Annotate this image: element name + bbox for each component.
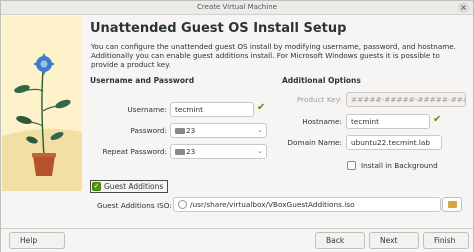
disc-icon xyxy=(178,200,187,209)
username-value: tecmint xyxy=(175,105,203,114)
domain-name-label: Domain Name: xyxy=(287,138,342,147)
install-in-background-checkbox[interactable] xyxy=(347,161,356,170)
credentials-section-title: Username and Password xyxy=(90,76,195,85)
hostname-label: Hostname: xyxy=(302,117,342,126)
hostname-field[interactable]: tecmint xyxy=(346,114,430,129)
additional-options-section-title: Additional Options xyxy=(282,76,361,85)
product-key-placeholder: #####-#####-#####-#####-##### xyxy=(351,95,466,104)
repeat-password-visible-suffix: 23 xyxy=(186,147,196,156)
page-title: Unattended Guest OS Install Setup xyxy=(90,21,347,36)
hostname-value: tecmint xyxy=(351,117,379,126)
repeat-password-reveal-chevron-down-icon[interactable]: ⌄ xyxy=(257,147,263,155)
next-button[interactable]: Next xyxy=(369,232,419,249)
guest-additions-checkbox[interactable]: ✓ xyxy=(92,182,101,191)
password-label: Password: xyxy=(130,126,167,135)
guest-additions-iso-selector[interactable]: /usr/share/virtualbox/VBoxGuestAdditions… xyxy=(173,197,441,212)
username-valid-check-icon: ✔ xyxy=(257,102,266,113)
guest-additions-iso-path: /usr/share/virtualbox/VBoxGuestAdditions… xyxy=(190,200,355,209)
repeat-password-label: Repeat Password: xyxy=(102,147,167,156)
help-button[interactable]: Help xyxy=(9,232,65,249)
title-bar: Create Virtual Machine × xyxy=(1,1,473,15)
product-key-label: Product Key: xyxy=(296,95,342,104)
domain-name-field[interactable]: ubuntu22.tecmint.lab xyxy=(346,135,442,150)
back-button[interactable]: Back xyxy=(315,232,365,249)
help-button-label: Help xyxy=(20,236,38,245)
close-button[interactable]: × xyxy=(458,2,469,13)
back-button-label: Back xyxy=(326,236,345,245)
folder-icon xyxy=(448,201,457,208)
repeat-password-mask xyxy=(175,149,185,155)
password-field[interactable]: 23 xyxy=(170,123,267,138)
username-field[interactable]: tecmint xyxy=(170,102,254,117)
password-visible-suffix: 23 xyxy=(186,126,196,135)
password-reveal-chevron-down-icon[interactable]: ⌄ xyxy=(257,126,263,134)
button-bar: Help Back Next Finish xyxy=(1,228,473,252)
iso-browse-button[interactable] xyxy=(442,197,462,212)
domain-name-value: ubuntu22.tecmint.lab xyxy=(351,138,431,147)
hostname-valid-check-icon: ✔ xyxy=(433,114,442,125)
plant-illustration xyxy=(2,16,82,191)
install-in-background-label: Install in Background xyxy=(361,161,438,170)
username-label: Username: xyxy=(127,105,167,114)
finish-button[interactable]: Finish xyxy=(423,232,469,249)
product-key-field[interactable]: #####-#####-#####-#####-##### xyxy=(346,92,466,107)
guest-additions-iso-label: Guest Additions ISO: xyxy=(97,201,172,210)
window-title: Create Virtual Machine xyxy=(197,3,277,11)
page-description: You can configure the unattended guest O… xyxy=(91,42,456,69)
password-mask xyxy=(175,128,185,134)
guest-additions-label: Guest Additions xyxy=(104,182,164,191)
finish-button-label: Finish xyxy=(434,236,456,245)
next-button-label: Next xyxy=(380,236,398,245)
repeat-password-field[interactable]: 23 xyxy=(170,144,267,159)
create-vm-dialog: Create Virtual Machine × Unattended Gues… xyxy=(0,0,474,252)
